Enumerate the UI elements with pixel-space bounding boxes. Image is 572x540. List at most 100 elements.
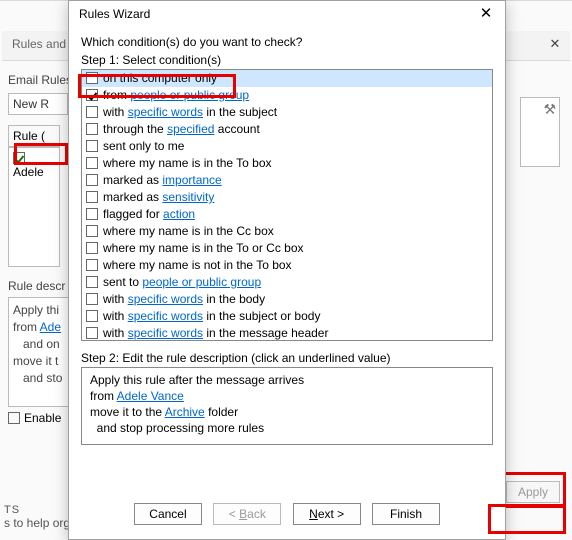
condition-link[interactable]: people or public group xyxy=(142,275,261,289)
condition-checkbox[interactable] xyxy=(86,293,98,305)
condition-text: with xyxy=(103,292,128,306)
desc-link[interactable]: Ade xyxy=(40,320,61,334)
condition-checkbox[interactable] xyxy=(86,208,98,220)
condition-checkbox[interactable] xyxy=(86,157,98,169)
condition-text: with xyxy=(103,326,128,340)
condition-row[interactable]: where my name is in the To or Cc box xyxy=(82,240,492,257)
condition-row[interactable]: through the specified account xyxy=(82,121,492,138)
desc-line: move it to the Archive folder xyxy=(90,404,484,420)
condition-text: in the subject or body xyxy=(203,309,320,323)
condition-text: flagged for xyxy=(103,207,163,221)
finish-button[interactable]: Finish xyxy=(372,503,440,525)
actions-pane: ⚒ xyxy=(520,97,560,167)
condition-checkbox[interactable] xyxy=(86,259,98,271)
condition-text: marked as xyxy=(103,190,162,204)
tools-icon: ⚒ xyxy=(543,101,556,118)
condition-link[interactable]: sensitivity xyxy=(162,190,214,204)
condition-text: where my name is in the To or Cc box xyxy=(103,241,304,255)
condition-checkbox[interactable] xyxy=(86,106,98,118)
condition-link[interactable]: specific words xyxy=(128,105,203,119)
condition-checkbox[interactable] xyxy=(86,225,98,237)
dialog-button-row: Cancel < Back Next > Finish xyxy=(69,503,505,525)
dialog-title: Rules Wizard xyxy=(79,7,150,21)
condition-text: sent to xyxy=(103,275,142,289)
condition-row[interactable]: sent to people or public group xyxy=(82,274,492,291)
back-button[interactable]: < Back xyxy=(213,503,281,525)
condition-checkbox[interactable] xyxy=(86,123,98,135)
condition-text: with xyxy=(103,105,128,119)
apply-button[interactable]: Apply xyxy=(506,481,560,503)
condition-text: in the message header xyxy=(203,326,328,340)
rules-wizard-dialog: Rules Wizard ✕ Which condition(s) do you… xyxy=(68,0,506,540)
condition-text: where my name is in the Cc box xyxy=(103,224,274,238)
desc-line: move it t xyxy=(13,353,73,370)
condition-row[interactable]: marked as sensitivity xyxy=(82,189,492,206)
condition-row[interactable]: where my name is not in the To box xyxy=(82,257,492,274)
new-rule-button[interactable]: New R xyxy=(8,93,68,115)
desc-line: Apply thi xyxy=(13,302,73,319)
condition-checkbox[interactable] xyxy=(86,276,98,288)
footer-text: TS s to help orga xyxy=(4,504,77,530)
condition-row[interactable]: flagged for action xyxy=(82,206,492,223)
enable-label: Enable xyxy=(24,411,61,425)
condition-checkbox[interactable] xyxy=(86,140,98,152)
condition-link[interactable]: specific words xyxy=(128,292,203,306)
condition-checkbox[interactable] xyxy=(86,174,98,186)
condition-link[interactable]: specific words xyxy=(128,326,203,340)
condition-link[interactable]: action xyxy=(163,207,195,221)
condition-link[interactable]: specified xyxy=(167,122,214,136)
close-icon: ✕ xyxy=(480,5,493,22)
rule-enabled-checkbox[interactable] xyxy=(13,152,25,164)
from-value-link[interactable]: Adele Vance xyxy=(117,389,184,403)
condition-row[interactable]: from people or public group xyxy=(82,87,492,104)
next-button[interactable]: Next > xyxy=(293,503,361,525)
condition-checkbox[interactable] xyxy=(86,327,98,339)
enable-rules-checkbox[interactable]: Enable xyxy=(8,411,61,425)
condition-text: sent only to me xyxy=(103,139,184,153)
condition-link[interactable]: people or public group xyxy=(130,88,249,102)
rule-list-item[interactable]: Adele xyxy=(8,147,60,267)
condition-text: where my name is in the To box xyxy=(103,156,272,170)
desc-line: and sto xyxy=(13,370,73,387)
rule-description-editor: Apply this rule after the message arrive… xyxy=(81,367,493,445)
condition-row[interactable]: where my name is in the Cc box xyxy=(82,223,492,240)
condition-text: where my name is not in the To box xyxy=(103,258,292,272)
condition-checkbox[interactable] xyxy=(86,191,98,203)
new-rule-label: New R xyxy=(13,97,49,111)
checkbox-icon xyxy=(8,412,20,424)
step2-label: Step 2: Edit the rule description (click… xyxy=(81,351,493,365)
condition-checkbox[interactable] xyxy=(86,89,98,101)
condition-row[interactable]: sent only to me xyxy=(82,138,492,155)
desc-line: from Ade xyxy=(13,319,73,336)
condition-text: on this computer only xyxy=(103,71,217,85)
condition-row[interactable]: with specific words in the message heade… xyxy=(82,325,492,341)
condition-row[interactable]: with specific words in the subject or bo… xyxy=(82,308,492,325)
condition-text: with xyxy=(103,309,128,323)
condition-text: from xyxy=(103,88,130,102)
condition-row[interactable]: with specific words in the body xyxy=(82,291,492,308)
rule-column-header: Rule ( xyxy=(8,125,60,147)
parent-close-icon[interactable]: ✕ xyxy=(546,36,564,54)
condition-row[interactable]: where my name is in the To box xyxy=(82,155,492,172)
condition-row[interactable]: with specific words in the subject xyxy=(82,104,492,121)
condition-checkbox[interactable] xyxy=(86,310,98,322)
folder-value-link[interactable]: Archive xyxy=(165,405,205,419)
desc-line: from Adele Vance xyxy=(90,388,484,404)
prompt-text: Which condition(s) do you want to check? xyxy=(81,35,493,49)
condition-text: marked as xyxy=(103,173,162,187)
cancel-button[interactable]: Cancel xyxy=(134,503,202,525)
condition-checkbox[interactable] xyxy=(86,72,98,84)
close-button[interactable]: ✕ xyxy=(473,5,499,27)
rule-name-label: Adele xyxy=(13,165,44,179)
condition-row[interactable]: on this computer only xyxy=(82,70,492,87)
desc-line: and stop processing more rules xyxy=(90,420,484,436)
dialog-titlebar: Rules Wizard ✕ xyxy=(69,1,505,31)
condition-checkbox[interactable] xyxy=(86,242,98,254)
condition-row[interactable]: marked as importance xyxy=(82,172,492,189)
conditions-listbox[interactable]: on this computer only from people or publ… xyxy=(81,69,493,341)
desc-line: Apply this rule after the message arrive… xyxy=(90,372,484,388)
condition-link[interactable]: importance xyxy=(162,173,221,187)
step1-label: Step 1: Select condition(s) xyxy=(81,53,493,67)
condition-link[interactable]: specific words xyxy=(128,309,203,323)
condition-text: in the body xyxy=(203,292,265,306)
